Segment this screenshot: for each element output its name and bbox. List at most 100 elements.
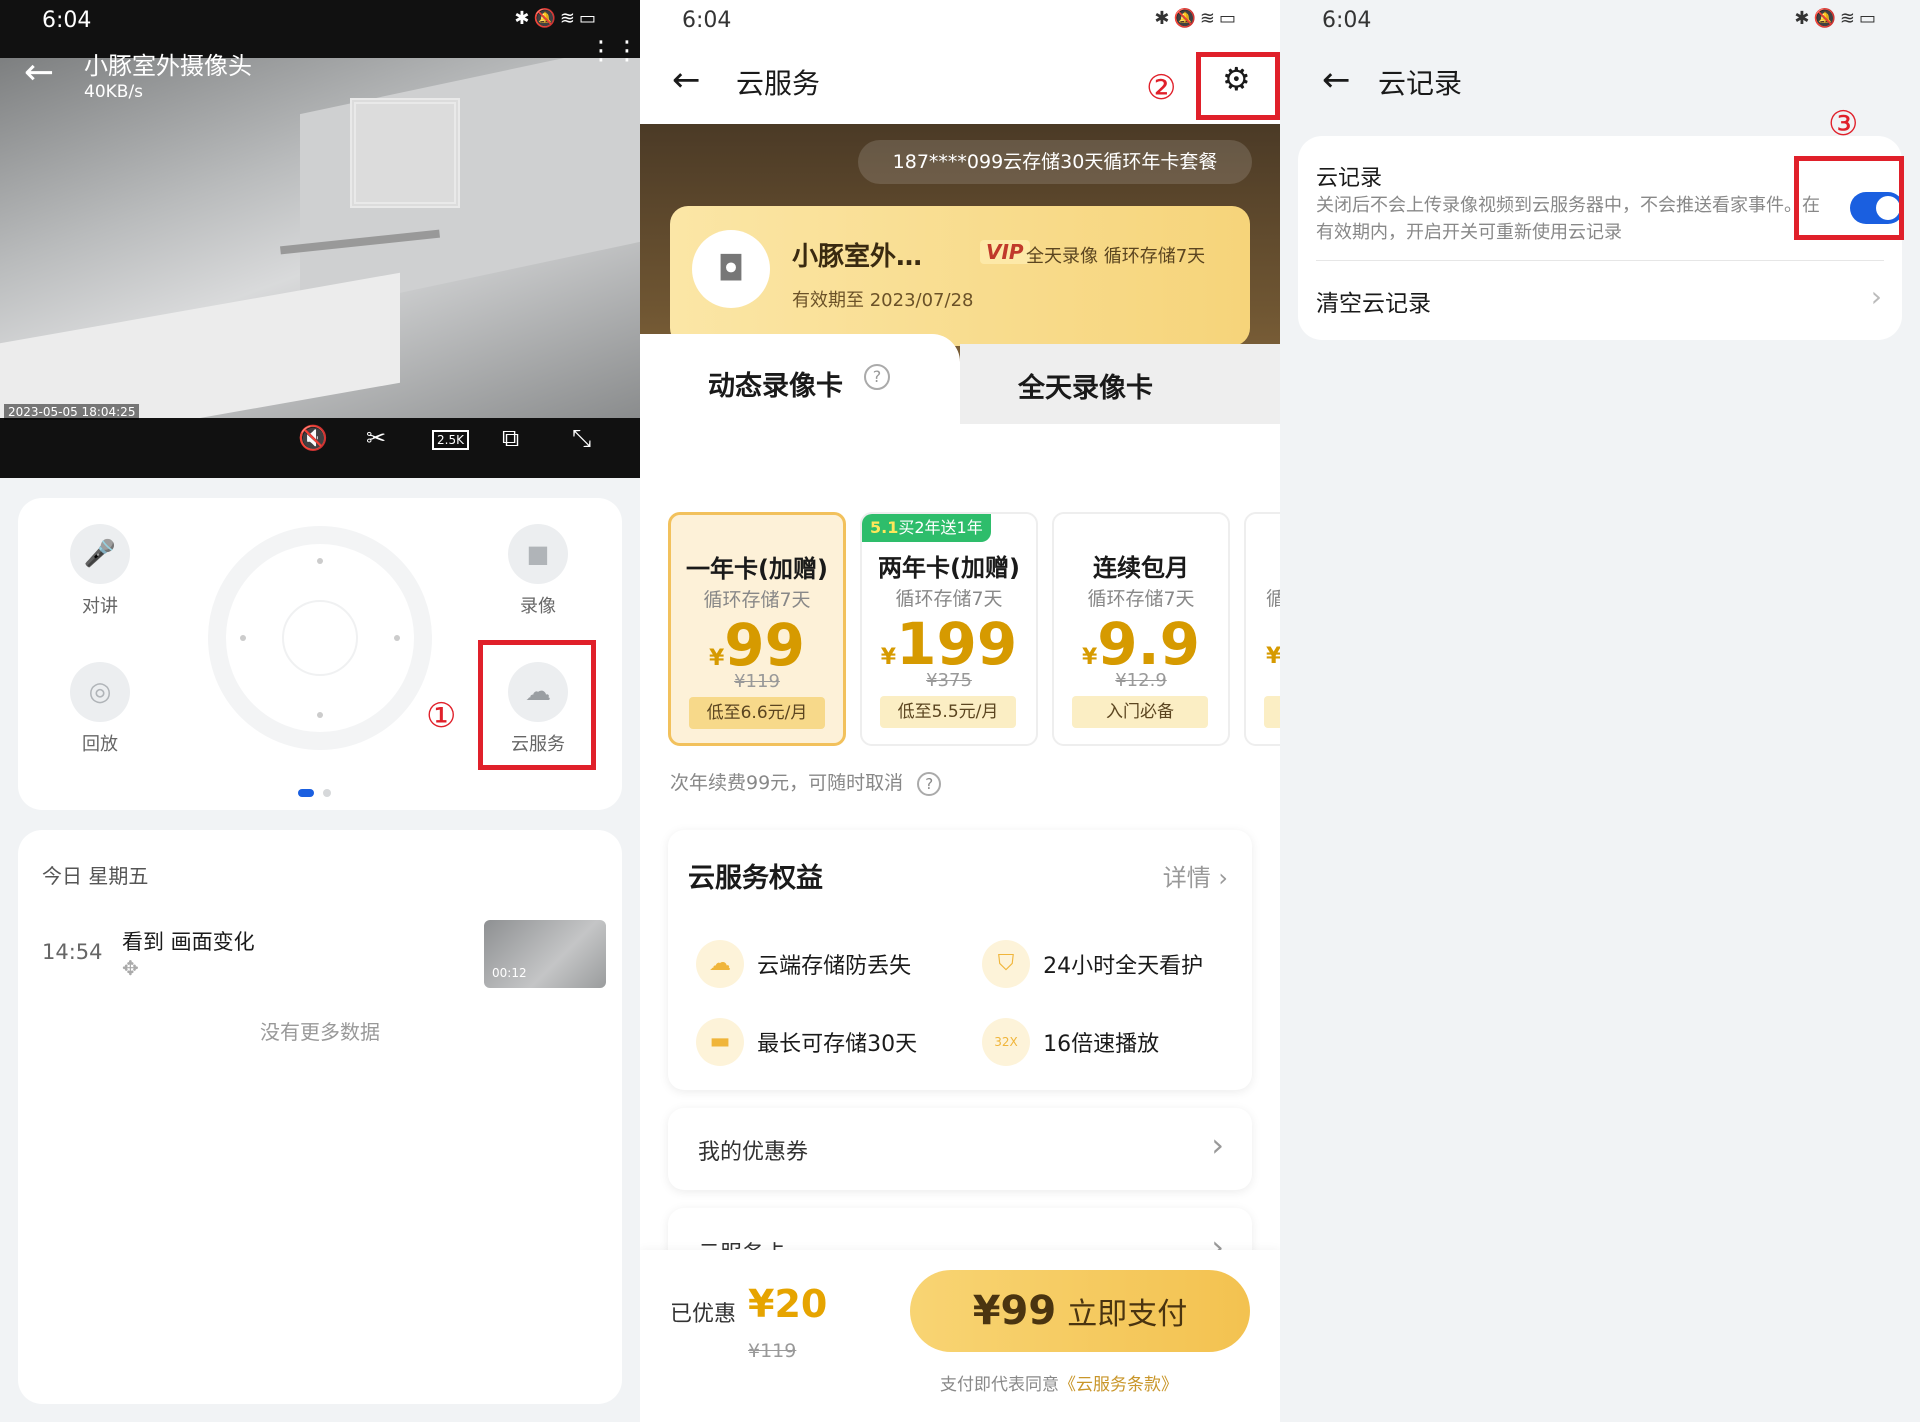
back-arrow-icon[interactable]: ←: [24, 52, 54, 93]
record-button[interactable]: ■: [508, 524, 568, 584]
event-title: 看到 画面变化: [122, 930, 255, 954]
annotation-1: ①: [426, 696, 457, 736]
video-toolbar: 🔇 ✂ 2.5K ⧉ ⤡: [290, 424, 630, 464]
annotation-2: ②: [1146, 68, 1177, 108]
tab-motion[interactable]: 动态录像卡 ?: [640, 334, 960, 434]
date-header: 今日 星期五: [42, 864, 149, 888]
back-arrow-icon[interactable]: ←: [672, 60, 701, 100]
screenshot-icon[interactable]: ✂: [366, 424, 386, 452]
status-time: 6:04: [1322, 8, 1372, 33]
coupons-label: 我的优惠券: [698, 1140, 809, 1165]
plan-card-orig: ¥375: [926, 670, 972, 691]
mute-icon: 🔕: [1173, 8, 1200, 29]
chevron-right-icon: ›: [1218, 864, 1228, 892]
multi-screen-icon[interactable]: ⧉: [502, 424, 519, 452]
plan-card-2[interactable]: 5.1买2年送1年 两年卡(加赠) 循环存储7天 ¥199 ¥375 低至5.5…: [860, 512, 1038, 746]
highlight-box-2: [1196, 52, 1280, 120]
playback-button[interactable]: ◎: [70, 662, 130, 722]
price-value: 99: [724, 611, 806, 679]
payment-footer: 已优惠 ¥20 ¥119 ¥99 立即支付 支付即代表同意《云服务条款》: [640, 1250, 1280, 1422]
pay-button[interactable]: ¥99 立即支付: [910, 1270, 1250, 1352]
bitrate: 40KB/s: [84, 82, 144, 102]
ptz-dial[interactable]: [208, 526, 432, 750]
cloud-service-screen: 6:04 ✱🔕≋▭ ← 云服务 ⚙ ② 187****099云存储30天循环年卡…: [640, 0, 1280, 1422]
record-label: 录像: [520, 596, 556, 617]
tab-full-day[interactable]: 全天录像卡: [960, 344, 1280, 424]
plan-card-sub: 循环存储7天: [1087, 588, 1195, 610]
wifi-icon: ≋: [559, 8, 579, 29]
shield-icon: ⛉: [982, 940, 1030, 988]
mute-toggle-icon[interactable]: 🔇: [298, 424, 328, 452]
speed-icon: 32X: [982, 1018, 1030, 1066]
camera-live-screen: 6:04 ✱🔕≋▭ ← 小豚室外摄像头 40KB/s ⋮⋮ 2023-05-05…: [0, 0, 640, 1422]
plan-card-price: ¥9.9: [1054, 610, 1228, 678]
renew-note-text: 次年续费99元，可随时取消: [670, 772, 904, 794]
clear-records-label: 清空云记录: [1316, 291, 1431, 317]
details-label: 详情: [1162, 864, 1211, 892]
event-row[interactable]: 14:54 看到 画面变化 ✥ 00:12: [18, 920, 622, 1000]
benefit-item: 32X 16倍速播放: [982, 1018, 1159, 1066]
status-time: 6:04: [682, 8, 732, 33]
clear-records-row[interactable]: 清空云记录 ›: [1298, 262, 1902, 338]
vip-badge: VIP: [980, 240, 1030, 264]
chevron-right-icon: ›: [1870, 280, 1882, 313]
help-icon[interactable]: ?: [864, 364, 890, 390]
events-card: 今日 星期五 14:54 看到 画面变化 ✥ 00:12 没有更多数据: [18, 830, 622, 1404]
benefit-label: 24小时全天看护: [1043, 954, 1204, 979]
benefits-details-link[interactable]: 详情 ›: [1163, 858, 1228, 893]
page-title: 云服务: [736, 67, 821, 100]
setting-title: 云记录: [1316, 166, 1383, 191]
event-thumbnail[interactable]: 00:12: [484, 920, 606, 988]
terms-link[interactable]: 《云服务条款》: [1059, 1375, 1178, 1395]
price-value: 9.9: [1097, 610, 1201, 678]
battery-icon: ▭: [1858, 8, 1880, 29]
more-icon[interactable]: ⋮⋮: [588, 38, 640, 64]
cloud-icon: ☁: [696, 940, 744, 988]
plan-card-1[interactable]: 一年卡(加赠) 循环存储7天 ¥99 ¥119 低至6.6元/月: [668, 512, 846, 746]
pay-price: ¥99: [972, 1288, 1057, 1334]
promo-tag-strong: 5.1: [870, 518, 899, 537]
mute-icon: 🔕: [1813, 8, 1840, 29]
camera-image: [0, 58, 640, 418]
status-icons: ✱🔕≋▭: [1154, 8, 1240, 29]
coupons-row[interactable]: 我的优惠券 ›: [668, 1108, 1252, 1190]
resolution-button[interactable]: 2.5K: [432, 430, 469, 450]
benefit-item: ☁ 云端存储防丢失: [696, 940, 911, 988]
benefit-label: 云端存储防丢失: [757, 954, 912, 979]
plan-card-title: 连续包月: [1093, 554, 1189, 582]
currency-symbol: ¥: [708, 646, 725, 671]
setting-description: 关闭后不会上传录像视频到云服务器中，不会推送看家事件。在有效期内，开启开关可重新…: [1316, 195, 1820, 243]
talk-button[interactable]: 🎤: [70, 524, 130, 584]
camera-title: 小豚室外摄像头: [84, 52, 252, 80]
help-icon[interactable]: ?: [917, 772, 942, 796]
move-icon: ✥: [122, 956, 139, 980]
device-card[interactable]: ◘ 小豚室外… VIP 全天录像 循环存储7天 有效期至 2023/07/28: [670, 206, 1250, 346]
ptz-center[interactable]: [282, 600, 358, 676]
plan-cards: 一年卡(加赠) 循环存储7天 ¥99 ¥119 低至6.6元/月 5.1买2年送…: [668, 512, 1280, 748]
video-feed[interactable]: 6:04 ✱🔕≋▭ ← 小豚室外摄像头 40KB/s ⋮⋮ 2023-05-05…: [0, 0, 640, 478]
carousel-dots: [298, 782, 332, 801]
benefit-item: ▬ 最长可存储30天: [696, 1018, 917, 1066]
wifi-icon: ≋: [1199, 8, 1219, 29]
status-icons: ✱🔕≋▭: [1794, 8, 1880, 29]
plan-card-4-partial[interactable]: 循 ¥: [1244, 512, 1280, 746]
plan-card-sub: 循环存储7天: [895, 588, 1003, 610]
playback-label: 回放: [82, 734, 118, 755]
chevron-right-icon: ›: [1211, 1126, 1224, 1164]
back-arrow-icon[interactable]: ←: [1322, 60, 1351, 100]
plan-card-badge: 入门必备: [1072, 696, 1208, 728]
currency-symbol: ¥: [1081, 645, 1098, 670]
benefit-label: 16倍速播放: [1043, 1032, 1160, 1057]
pay-label: 立即支付: [1067, 1297, 1188, 1332]
video-camera-icon: ■: [526, 540, 550, 568]
currency-symbol: ¥: [1266, 644, 1280, 669]
fullscreen-icon[interactable]: ⤡: [572, 424, 591, 452]
no-more-data: 没有更多数据: [260, 1020, 380, 1044]
original-price: ¥119: [748, 1340, 797, 1362]
bluetooth-icon: ✱: [514, 8, 534, 29]
plan-card-badge: 低至5.5元/月: [880, 696, 1016, 728]
currency-symbol: ¥: [880, 645, 897, 670]
status-icons: ✱🔕≋▭: [514, 8, 600, 29]
bluetooth-icon: ✱: [1154, 8, 1174, 29]
plan-card-3[interactable]: 连续包月 循环存储7天 ¥9.9 ¥12.9 入门必备: [1052, 512, 1230, 746]
